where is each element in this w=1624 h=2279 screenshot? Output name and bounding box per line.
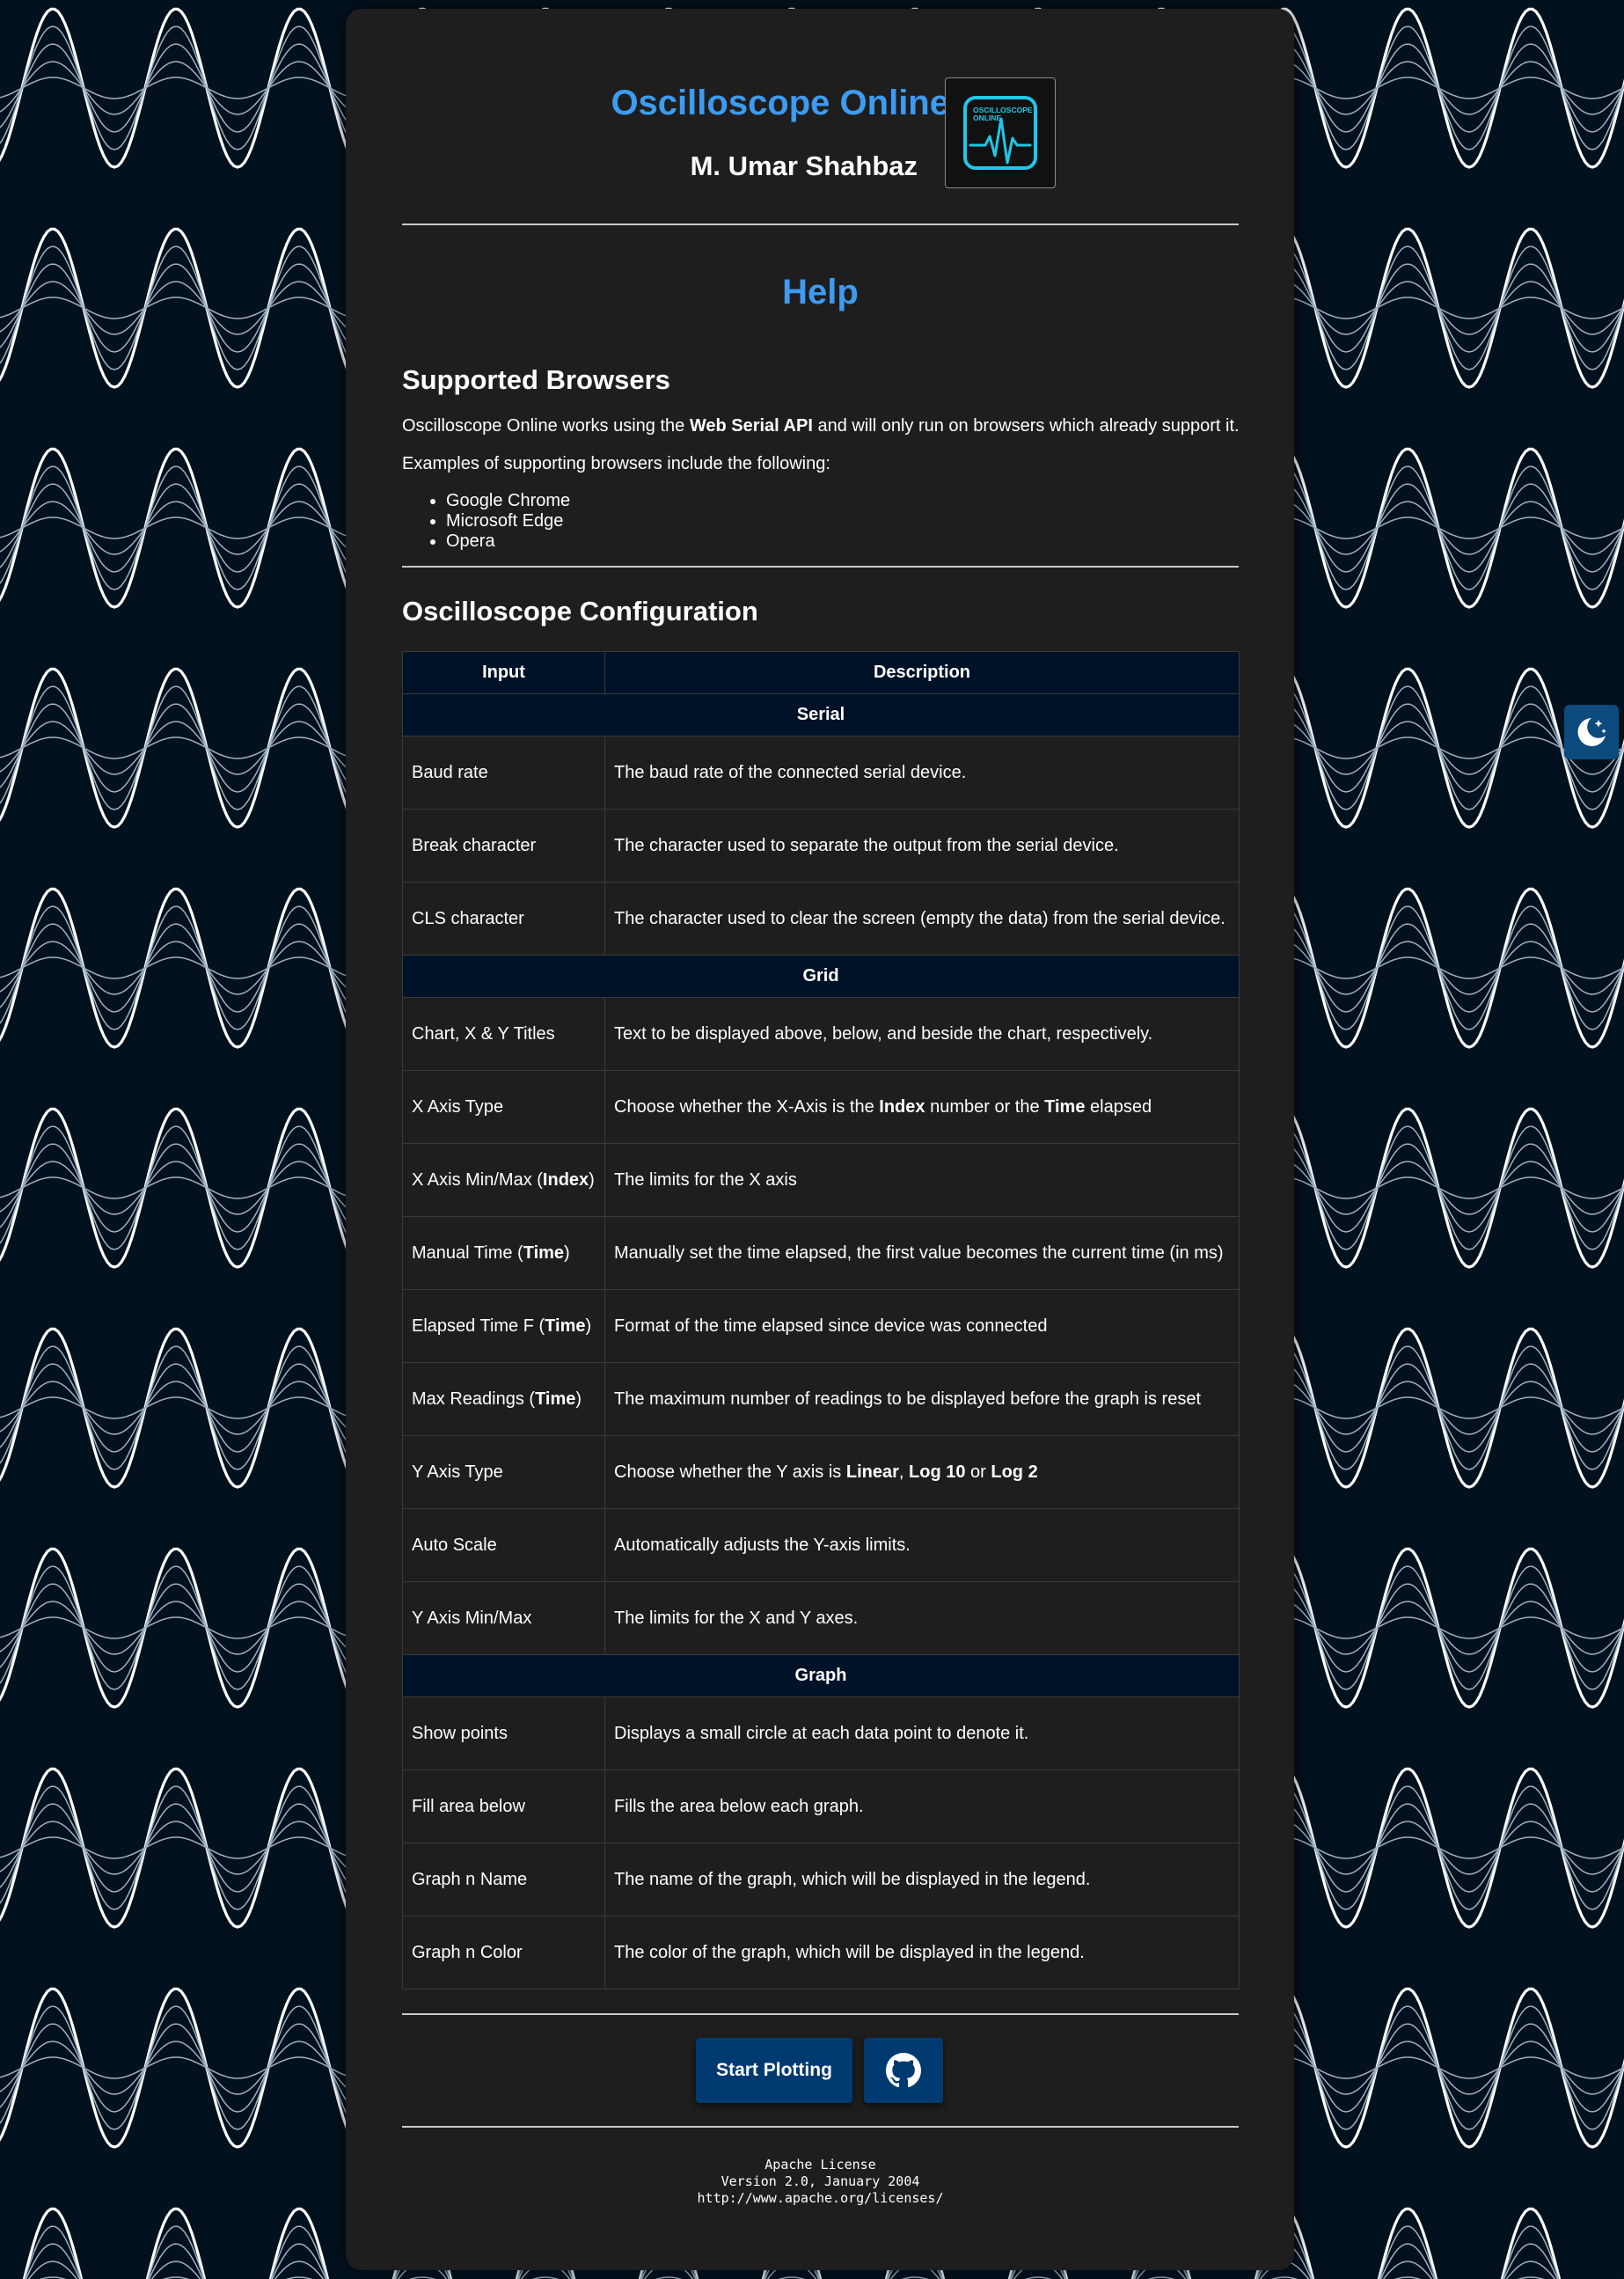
start-plotting-button[interactable]: Start Plotting [696,2038,852,2103]
description-cell: The limits for the X axis [604,1143,1240,1217]
configuration-heading: Oscilloscope Configuration [402,596,758,627]
input-cell: Show points [402,1696,605,1770]
table-section-row: Serial [402,693,1240,736]
divider [402,2013,1239,2015]
table-row: Manual Time (Time) Manually set the time… [402,1216,1240,1290]
input-cell: Baud rate [402,736,605,810]
input-cell: Graph n Name [402,1843,605,1916]
table-section-row: Graph [402,1654,1240,1697]
input-cell: Break character [402,809,605,883]
table-row: Baud rate The baud rate of the connected… [402,736,1240,810]
description-cell: The baud rate of the connected serial de… [604,736,1240,810]
description-cell: The character used to clear the screen (… [604,882,1240,956]
table-row: Max Readings (Time) The maximum number o… [402,1362,1240,1436]
table-section-row: Grid [402,955,1240,998]
input-cell: Max Readings (Time) [402,1362,605,1436]
table-row: Break character The character used to se… [402,809,1240,883]
help-heading: Help [782,273,859,311]
moon-stars-icon [1577,718,1606,746]
table-row: Elapsed Time F (Time) Format of the time… [402,1289,1240,1363]
table-row: Graph n Name The name of the graph, whic… [402,1843,1240,1916]
input-cell: Auto Scale [402,1508,605,1582]
table-header-row: Input Description [402,651,1240,694]
description-cell: Format of the time elapsed since device … [604,1289,1240,1363]
table-row: Show points Displays a small circle at e… [402,1696,1240,1770]
column-header-description: Description [604,651,1240,694]
app-logo: OSCILLOSCOPE ONLINE [945,77,1056,188]
supported-browsers-heading: Supported Browsers [402,364,670,395]
description-cell: Text to be displayed above, below, and b… [604,997,1240,1071]
description-cell: The character used to separate the outpu… [604,809,1240,883]
input-cell: Y Axis Min/Max [402,1581,605,1655]
license-text: Apache License Version 2.0, January 2004 h… [697,2157,944,2206]
input-cell: Y Axis Type [402,1435,605,1509]
divider [402,2126,1239,2128]
input-cell: Graph n Color [402,1916,605,1990]
table-row: Auto Scale Automatically adjusts the Y-a… [402,1508,1240,1582]
description-cell: Manually set the time elapsed, the first… [604,1216,1240,1290]
list-item: Opera [446,531,570,552]
table-row: Graph n Color The color of the graph, wh… [402,1916,1240,1990]
description-cell: The color of the graph, which will be di… [604,1916,1240,1990]
input-cell: Chart, X & Y Titles [402,997,605,1071]
input-cell: Elapsed Time F (Time) [402,1289,605,1363]
description-cell: Displays a small circle at each data poi… [604,1696,1240,1770]
section-graph: Graph [402,1654,1240,1697]
web-serial-intro: Oscilloscope Online works using the Web … [402,416,1240,436]
description-cell: Fills the area below each graph. [604,1770,1240,1843]
table-row: Fill area below Fills the area below eac… [402,1770,1240,1843]
list-item: Google Chrome [446,491,570,511]
input-cell: X Axis Type [402,1070,605,1144]
web-serial-api-text: Web Serial API [689,416,813,436]
description-cell: Automatically adjusts the Y-axis limits. [604,1508,1240,1582]
input-cell: Fill area below [402,1770,605,1843]
table-row: Y Axis Min/Max The limits for the X and … [402,1581,1240,1655]
description-cell: The name of the graph, which will be dis… [604,1843,1240,1916]
page-title: Oscilloscope Online [611,84,949,122]
input-cell: Manual Time (Time) [402,1216,605,1290]
description-cell: Choose whether the X-Axis is the Index n… [604,1070,1240,1144]
list-item: Microsoft Edge [446,511,570,531]
author-name: M. Umar Shahbaz [690,150,918,181]
description-cell: Choose whether the Y axis is Linear, Log… [604,1435,1240,1509]
table-row: X Axis Min/Max (Index) The limits for th… [402,1143,1240,1217]
configuration-table: Input Description Serial Baud rate The b… [402,651,1240,1990]
help-card: Oscilloscope Online M. Umar Shahbaz OSCI… [346,9,1294,2270]
github-icon [886,2053,921,2088]
github-button[interactable] [864,2038,943,2103]
section-grid: Grid [402,955,1240,998]
divider [402,566,1239,568]
table-row: Chart, X & Y Titles Text to be displayed… [402,997,1240,1071]
table-row: CLS character The character used to clea… [402,882,1240,956]
input-cell: X Axis Min/Max (Index) [402,1143,605,1217]
divider [402,224,1239,225]
column-header-input: Input [402,651,605,694]
table-row: X Axis Type Choose whether the X-Axis is… [402,1070,1240,1144]
input-cell: CLS character [402,882,605,956]
browser-examples-intro: Examples of supporting browsers include … [402,454,830,473]
table-row: Y Axis Type Choose whether the Y axis is… [402,1435,1240,1509]
logo-text: ONLINE [973,114,1001,122]
description-cell: The limits for the X and Y axes. [604,1581,1240,1655]
theme-toggle-button[interactable] [1564,705,1619,759]
section-serial: Serial [402,693,1240,736]
browser-list: Google Chrome Microsoft Edge Opera [402,491,570,552]
description-cell: The maximum number of readings to be dis… [604,1362,1240,1436]
